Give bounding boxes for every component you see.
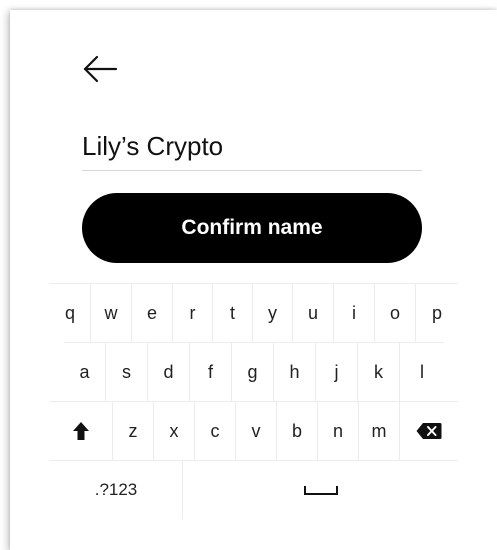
key-x[interactable]: x [154, 402, 195, 460]
key-v[interactable]: v [236, 402, 277, 460]
back-button[interactable] [82, 54, 118, 84]
key-h[interactable]: h [274, 343, 316, 401]
shift-key[interactable] [50, 402, 113, 460]
onscreen-keyboard: q w e r t y u i o p a s d f g h j k l z … [50, 283, 458, 521]
key-q[interactable]: q [50, 284, 91, 342]
key-a[interactable]: a [64, 343, 106, 401]
key-w[interactable]: w [91, 284, 132, 342]
key-o[interactable]: o [375, 284, 416, 342]
key-i[interactable]: i [334, 284, 375, 342]
key-t[interactable]: t [213, 284, 253, 342]
confirm-name-button[interactable]: Confirm name [82, 193, 422, 263]
wallet-name-input[interactable] [82, 122, 422, 171]
space-key[interactable] [183, 461, 458, 519]
key-n[interactable]: n [318, 402, 359, 460]
key-r[interactable]: r [173, 284, 213, 342]
key-g[interactable]: g [232, 343, 274, 401]
key-u[interactable]: u [293, 284, 334, 342]
key-m[interactable]: m [359, 402, 400, 460]
key-l[interactable]: l [400, 343, 444, 401]
key-y[interactable]: y [253, 284, 293, 342]
keyboard-row-3: z x c v b n m [50, 401, 458, 460]
key-b[interactable]: b [277, 402, 318, 460]
arrow-left-icon [83, 55, 118, 83]
symbols-key[interactable]: .?123 [50, 461, 183, 519]
shift-arrow-icon [73, 422, 89, 440]
keyboard-row-4: .?123 [50, 460, 458, 519]
key-j[interactable]: j [316, 343, 358, 401]
key-k[interactable]: k [358, 343, 400, 401]
keyboard-row-2: a s d f g h j k l [64, 342, 444, 401]
key-s[interactable]: s [106, 343, 148, 401]
key-c[interactable]: c [195, 402, 236, 460]
key-f[interactable]: f [190, 343, 232, 401]
key-d[interactable]: d [148, 343, 190, 401]
keyboard-row-1: q w e r t y u i o p [50, 283, 458, 342]
backspace-key[interactable] [400, 402, 458, 460]
key-e[interactable]: e [132, 284, 173, 342]
backspace-icon [416, 423, 442, 439]
key-z[interactable]: z [113, 402, 154, 460]
space-bar-icon [303, 486, 338, 495]
key-p[interactable]: p [416, 284, 458, 342]
screen: Confirm name q w e r t y u i o p a s d f… [10, 10, 497, 550]
